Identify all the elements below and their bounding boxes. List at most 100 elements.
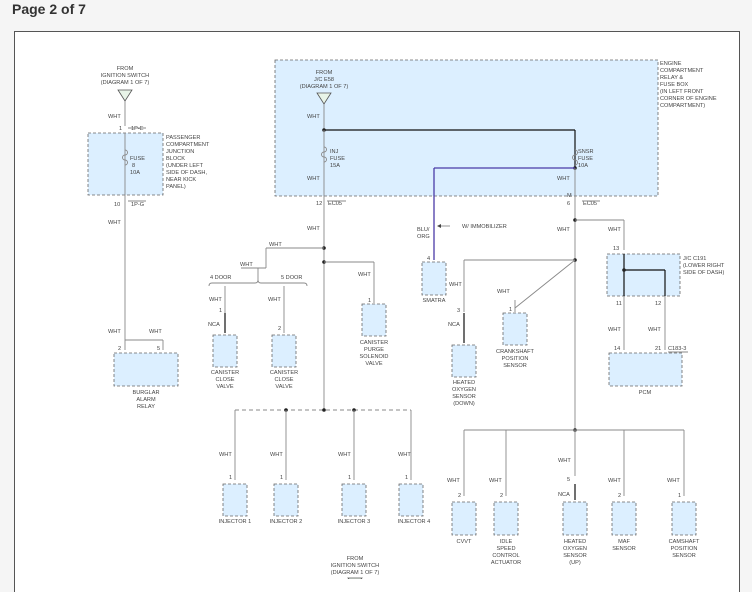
wire-color-label: WHT xyxy=(648,327,661,333)
jc-top-pin: 13 xyxy=(613,246,619,252)
wire-color-label: WHT xyxy=(608,327,621,333)
can-close-5-pin: 2 xyxy=(278,326,281,332)
pjb-desc-5: SIDE OF DASH, xyxy=(166,170,207,176)
wire-color-label: WHT xyxy=(358,272,371,278)
wire-color-label: WHT xyxy=(108,220,121,226)
pjb-desc-7: PANEL) xyxy=(166,184,186,190)
left-from-line-1: FROM xyxy=(117,66,134,72)
left-conn-bottom: 1P-G xyxy=(131,202,144,208)
wire-color-label: WHT xyxy=(558,458,571,464)
ho2s-down-label-2: SENSOR xyxy=(452,394,476,400)
maf-label-1: SENSOR xyxy=(612,546,636,552)
inj3-pin: 1 xyxy=(348,475,351,481)
wire-color-label: WHT xyxy=(149,329,162,335)
idle-speed-control-actuator xyxy=(493,501,519,536)
ckp-label-0: CRANKSHAFT xyxy=(496,349,534,355)
bottom-from-line-3: (DIAGRAM 1 OF 7) xyxy=(331,570,380,576)
ho2s-down-label-1: OXYGEN xyxy=(452,387,476,393)
snsr-fuse-label-2: 10A xyxy=(578,163,588,169)
left-source-arrow-icon xyxy=(117,89,133,102)
jc-b1-pin: 11 xyxy=(616,301,622,307)
burglar-alarm-relay xyxy=(113,352,179,387)
canister-close-valve-4door xyxy=(212,334,238,368)
cmp-pin: 1 xyxy=(678,493,681,499)
pjb-desc-6: NEAR KICK xyxy=(166,177,196,183)
left-pin-bottom: 10 xyxy=(114,202,120,208)
left-conn-top: 1P-E xyxy=(131,126,144,132)
burglar-label-0: BURGLAR xyxy=(132,390,159,396)
ho2s-up-label-1: OXYGEN xyxy=(563,546,587,552)
inj2-label: INJECTOR 2 xyxy=(270,519,303,525)
ccv5-label-2: VALVE xyxy=(275,384,292,390)
canister-close-valve-5door xyxy=(271,334,297,368)
ecfb-desc-6: COMPARTMENT) xyxy=(660,103,705,109)
ho2s-up-label-0: HEATED xyxy=(564,539,586,545)
fuse8-label-2: 8 xyxy=(132,163,135,169)
crankshaft-position-sensor xyxy=(502,312,528,346)
isc-label-2: CONTROL xyxy=(492,553,519,559)
nca-label: NCA xyxy=(448,322,460,328)
wire-color-label: WHT xyxy=(307,114,320,120)
cmp-label-0: CAMSHAFT xyxy=(669,539,700,545)
door4-label: 4 DOOR xyxy=(210,275,231,281)
passenger-block-desc: PASSENGER COMPARTMENT JUNCTION BLOCK (UN… xyxy=(166,135,210,190)
ho2s-down-label-0: HEATED xyxy=(453,380,475,386)
snsr-fuse-label-0: SNSR xyxy=(578,149,594,155)
blu-org-label-0: BLU/ xyxy=(417,227,430,233)
inj-fuse-label-1: FUSE xyxy=(330,156,345,162)
isc-label-3: ACTUATOR xyxy=(491,560,521,566)
inj4-label: INJECTOR 4 xyxy=(398,519,431,525)
ckp-pin: 1 xyxy=(509,307,512,313)
ecfb-desc-3: FUSE BOX xyxy=(660,82,689,88)
maf-pin: 2 xyxy=(618,493,621,499)
wire-color-label: WHT xyxy=(557,227,570,233)
wire-color-label: WHT xyxy=(219,452,232,458)
left-fuse-source: FROM IGNITION SWITCH (DIAGRAM 1 OF 7) xyxy=(101,66,150,102)
wire-color-label: WHT xyxy=(270,452,283,458)
jc-label-0: J/C C191 xyxy=(683,256,706,262)
pcm-conn-label: C183-3 xyxy=(668,346,686,352)
purge-pin: 1 xyxy=(368,298,371,304)
wire-color-label: WHT xyxy=(497,289,510,295)
ccv4-label-0: CANISTER xyxy=(211,370,239,376)
ccv5-label-0: CANISTER xyxy=(270,370,298,376)
wire-color-label: WHT xyxy=(338,452,351,458)
ho2s-up-label-2: SENSOR xyxy=(563,553,587,559)
ecfb-desc-2: RELAY & xyxy=(660,75,683,81)
engine-box-desc: ENGINE COMPARTMENT RELAY & FUSE BOX (IN … xyxy=(660,61,717,109)
purge-label-2: SOLENOID xyxy=(360,354,389,360)
injector-2 xyxy=(273,483,299,517)
ecfb-desc-0: ENGINE xyxy=(660,61,682,67)
wire-color-label: WHT xyxy=(108,329,121,335)
ecfb-desc-4: (IN LEFT FRONT xyxy=(660,89,704,95)
purge-label-0: CANISTER xyxy=(360,340,388,346)
wire-color-label: WHT xyxy=(398,452,411,458)
ho2s-down-pin: 3 xyxy=(457,308,460,314)
can-close-4-pin: 1 xyxy=(219,308,222,314)
smatra-label: SMATRA xyxy=(423,298,446,304)
junction-connector-c191 xyxy=(606,253,681,297)
inj1-pin: 1 xyxy=(229,475,232,481)
pjb-desc-1: COMPARTMENT xyxy=(166,142,210,148)
heated-oxygen-sensor-up xyxy=(562,501,588,536)
wire-color-label: WHT xyxy=(608,478,621,484)
ecfb-desc-1: COMPARTMENT xyxy=(660,68,704,74)
left-from-line-3: (DIAGRAM 1 OF 7) xyxy=(101,80,150,86)
purge-label-3: VALVE xyxy=(365,361,382,367)
ccv4-label-2: VALVE xyxy=(216,384,233,390)
maf-sensor xyxy=(611,501,637,536)
ecfb-desc-5: CORNER OF ENGINE xyxy=(660,96,717,102)
smatra-pin: 4 xyxy=(427,256,430,262)
pjb-desc-4: (UNDER LEFT xyxy=(166,163,204,169)
fuse8-label-3: 10A xyxy=(130,170,140,176)
fuse8-label-1: FUSE xyxy=(130,156,145,162)
ecfb-pin-right2: M xyxy=(567,193,572,199)
wire-color-label: WHT xyxy=(268,297,281,303)
pcm-pin-1: 14 xyxy=(614,346,620,352)
bottom-from-line-2: IGNITION SWITCH xyxy=(331,563,379,569)
blu-org-label-1: ORG xyxy=(417,234,430,240)
injector-1 xyxy=(222,483,248,517)
left-from-line-2: IGNITION SWITCH xyxy=(101,73,149,79)
inj1-label: INJECTOR 1 xyxy=(219,519,252,525)
cvvt-pin: 2 xyxy=(458,493,461,499)
